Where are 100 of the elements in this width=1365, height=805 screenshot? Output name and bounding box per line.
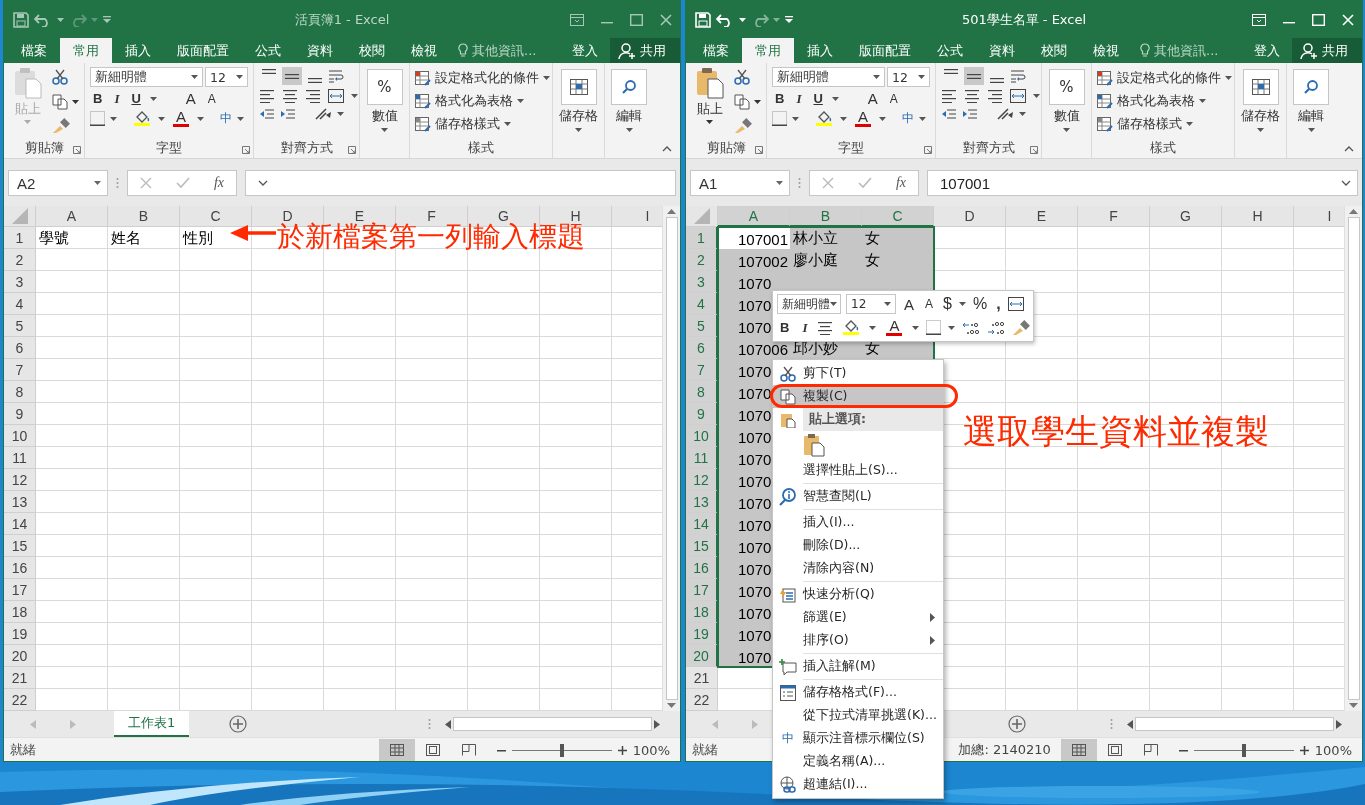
check-icon[interactable] [175,177,190,189]
caret-icon[interactable] [149,96,157,101]
zoom-slider-thumb[interactable] [1241,743,1246,757]
check-icon[interactable] [857,177,872,189]
paste-option-icon[interactable] [803,433,825,457]
ribbon-display-icon[interactable] [1252,13,1266,26]
menu-item[interactable]: 智慧查閱(L) [773,485,943,508]
row-header[interactable]: 11 [686,447,718,469]
caret-icon[interactable] [237,116,244,121]
scroll-down-icon[interactable] [1349,703,1358,709]
caret-icon[interactable] [94,181,101,185]
dialog-launcher-icon[interactable] [73,146,81,154]
bold-button[interactable]: B [90,91,106,106]
borders-icon[interactable] [90,111,105,126]
caret-icon[interactable] [840,116,847,121]
wrap-text-icon[interactable] [328,69,344,83]
row-header[interactable]: 19 [686,623,718,645]
expand-icon[interactable] [258,180,268,186]
caret-icon[interactable] [706,120,713,124]
borders-icon[interactable] [772,111,787,126]
comma-button[interactable]: , [994,295,1003,314]
view-button[interactable] [1060,739,1097,761]
caret-icon[interactable] [1063,128,1070,132]
caret-icon[interactable] [504,122,511,126]
caret-icon[interactable] [912,325,920,330]
caret-icon[interactable] [1033,94,1040,98]
styles-menu-button[interactable]: 格式化為表格 [1097,90,1229,112]
grow-font-button[interactable]: A [864,90,881,107]
wrap-text-icon[interactable] [1010,69,1026,83]
insert-function-button[interactable]: fx [213,175,224,191]
row-header[interactable]: 16 [686,557,718,579]
row-header[interactable]: 12 [686,469,718,491]
row-header[interactable]: 6 [686,337,718,359]
person-plus-icon[interactable] [1300,41,1318,60]
align-right-icon[interactable] [987,89,1003,103]
styles-menu-button[interactable]: 儲存格樣式 [1097,113,1229,135]
phonetic-button[interactable]: 中 [902,110,914,127]
font-size-field[interactable]: 12 [205,67,248,87]
fill-color-button[interactable] [131,111,153,126]
styles-menu-button[interactable]: 儲存格樣式 [415,113,547,135]
increase-indent-icon[interactable] [962,107,978,121]
menu-item[interactable]: 插入(I)... [773,511,943,534]
align-left-icon[interactable] [941,89,957,103]
caret-icon[interactable] [792,116,799,121]
column-header[interactable]: D [934,206,1006,227]
scroll-left-icon[interactable] [1127,719,1133,729]
row-header[interactable]: 5 [686,315,718,337]
person-plus-icon[interactable] [618,41,636,60]
menu-item[interactable]: 中 顯示注音標示欄位(S) [773,727,943,750]
column-header[interactable]: B [790,206,862,227]
customize-icon[interactable] [785,16,793,23]
italic-button[interactable]: I [799,320,811,335]
row-header[interactable]: 3 [686,271,718,293]
column-header[interactable]: I [1294,206,1344,227]
menu-item[interactable]: 快速分析(Q) [773,583,943,606]
caret-icon[interactable] [958,302,966,307]
column-header[interactable]: F [1078,206,1150,227]
row-header[interactable]: 18 [686,601,718,623]
shrink-font-button[interactable]: A [204,91,219,106]
scissors-icon[interactable] [52,69,68,85]
caret-icon[interactable] [1019,112,1026,116]
caret-icon[interactable] [884,302,891,307]
caret-icon[interactable] [754,99,761,104]
row-header[interactable]: 10 [686,425,718,447]
underline-button[interactable]: U [128,91,144,106]
italic-button[interactable]: I [111,91,123,106]
menu-item[interactable]: 排序(O) [773,629,943,652]
font-size-field[interactable]: 12 [887,67,930,87]
increase-decimal-icon[interactable] [962,320,981,335]
align-center-icon[interactable] [817,320,834,335]
copy-icon[interactable] [734,93,750,110]
column-header[interactable]: C [862,206,934,227]
name-box[interactable]: A1 [690,170,790,196]
caret-icon[interactable] [575,128,582,132]
clipboard-icon[interactable] [695,67,724,99]
dialog-launcher-icon[interactable] [755,146,763,154]
ribbon-tab[interactable]: 公式 [924,38,976,63]
dialog-launcher-icon[interactable] [242,146,250,154]
caret-icon[interactable] [543,76,550,80]
phonetic-button[interactable]: 中 [220,110,232,127]
zoom-slider-thumb[interactable] [559,743,564,757]
column-header[interactable]: A [718,206,790,227]
ribbon-tab[interactable]: 檢視 [1080,38,1132,63]
ribbon-tab[interactable]: 資料 [976,38,1028,63]
row-header[interactable]: 4 [686,293,718,315]
orientation-icon[interactable] [996,107,1014,121]
styles-menu-button[interactable]: 設定格式化的條件 [1097,67,1229,89]
merge-icon[interactable] [1007,297,1024,312]
caret-icon[interactable] [197,116,204,121]
caret-icon[interactable] [236,75,243,79]
expand-icon[interactable] [1341,180,1351,186]
caret-icon[interactable] [381,128,388,132]
row-header[interactable]: 14 [686,513,718,535]
caret-icon[interactable] [1225,76,1232,80]
lightbulb-icon[interactable] [1140,43,1150,58]
shrink-font-button[interactable]: A [922,297,937,312]
caret-icon[interactable] [517,99,524,103]
menu-item[interactable]: 插入註解(M) [773,655,943,678]
decrease-indent-icon[interactable] [259,107,275,121]
font-name-field[interactable]: 新細明體 [90,67,203,87]
